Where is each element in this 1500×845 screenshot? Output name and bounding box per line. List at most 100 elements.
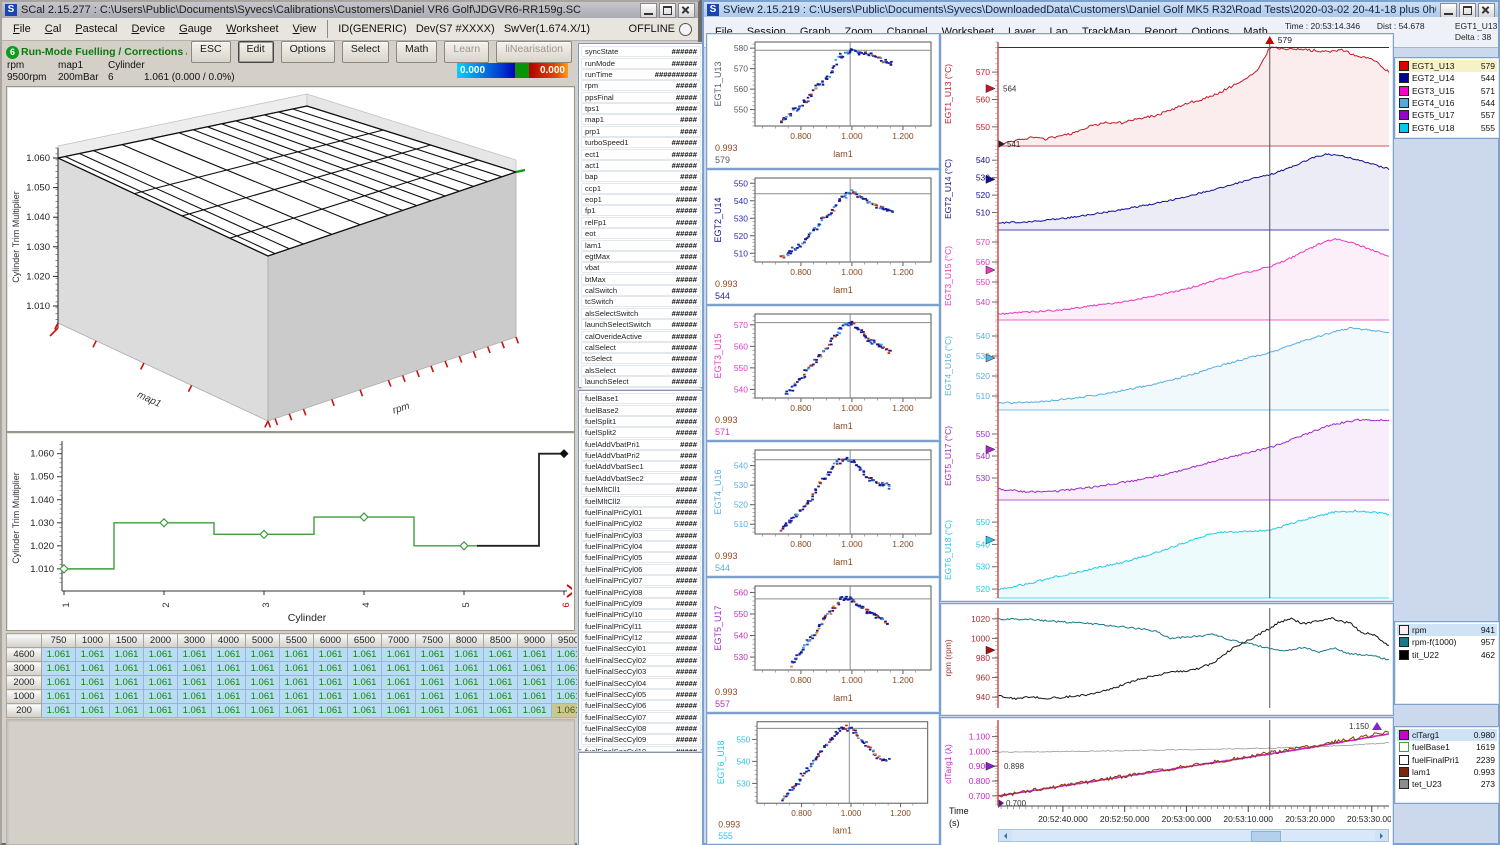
table-cell[interactable]: 1.061 [212,662,246,676]
sview-titlebar[interactable]: S SView 2.15.219 : C:\Users\Public\Docum… [704,2,1498,18]
table-cell[interactable]: 1.061 [110,648,144,662]
table-cell[interactable]: 1.061 [110,704,144,718]
watch-row[interactable]: fuelFinalPriCyl11##### [581,621,701,632]
watch-row[interactable]: syncState###### [581,46,701,57]
table-cell[interactable]: 1.061 [280,690,314,704]
table-cell[interactable]: 1.061 [348,648,382,662]
table-cell[interactable]: 1.061 [450,676,484,690]
watch-row[interactable]: fuelFinalPriCyl10##### [581,609,701,620]
watch-row[interactable]: fuelAddVbatPri1#### [581,439,701,450]
watch-row[interactable]: alsSelectSwitch###### [581,308,701,319]
watch-row[interactable]: eop1##### [581,194,701,205]
row-header[interactable]: 200 [7,704,42,718]
col-header[interactable]: 1500 [110,634,144,648]
watch-row[interactable]: fuelFinalSecCyl01##### [581,643,701,654]
watch-row[interactable]: prp1#### [581,126,701,137]
watch-row[interactable]: fuelMltCll2##### [581,496,701,507]
table-cell[interactable]: 1.061 [76,690,110,704]
watch-row[interactable]: calSelect###### [581,342,701,353]
watch-row[interactable]: ppsFinal##### [581,92,701,103]
table-cell[interactable]: 1.061 [314,704,348,718]
table-cell[interactable]: 1.061 [484,704,518,718]
table-cell[interactable]: 1.061 [178,648,212,662]
time-scrollbar[interactable] [998,829,1389,842]
table-cell[interactable]: 1.061 [280,704,314,718]
table-cell[interactable]: 1.061 [178,690,212,704]
watch-row[interactable]: eot##### [581,228,701,239]
legend-row-fuelBase1[interactable]: fuelBase11619 [1397,741,1497,753]
col-header[interactable]: 1000 [76,634,110,648]
menu-file[interactable]: File [6,20,38,38]
egt-strip-charts[interactable]: 550560570EGT1_U13 (°C)564541510520530540… [940,33,1394,602]
table-cell[interactable]: 1.061 [76,704,110,718]
col-header[interactable]: 8500 [484,634,518,648]
watch-row[interactable]: fp1##### [581,205,701,216]
watch-row[interactable]: runTime########## [581,69,701,80]
watch-row[interactable]: ect1###### [581,149,701,160]
menu-cal[interactable]: Cal [38,20,69,38]
table-cell[interactable]: 1.061 [450,704,484,718]
scroll-left-arrow-icon[interactable] [999,830,1012,841]
scatter-panel-EGT6_U18[interactable]: 5305405500.8001.0001.200EGT6_U180.993555… [706,713,940,845]
row-header[interactable]: 4600 [7,648,42,662]
table-cell[interactable]: 1.061 [382,690,416,704]
col-header[interactable]: 7000 [382,634,416,648]
table-cell[interactable]: 1.061 [416,690,450,704]
scatter-panel-EGT4_U16[interactable]: 5105205305400.8001.0001.200EGT4_U160.993… [706,441,940,577]
watch-row[interactable]: tcSwitch###### [581,296,701,307]
table-cell[interactable]: 1.061 [280,662,314,676]
table-cell[interactable]: 1.061 [416,676,450,690]
col-header[interactable]: 5000 [246,634,280,648]
watch-row[interactable]: fuelFinalPriCyl12##### [581,632,701,643]
legend-row-EGT2_U14[interactable]: EGT2_U14544 [1397,72,1497,84]
table-cell[interactable]: 1.061 [518,648,552,662]
table-cell[interactable]: 1.061 [212,648,246,662]
scatter-panel-EGT1_U13[interactable]: 5505605705800.8001.0001.200EGT1_U130.993… [706,33,940,169]
table-cell[interactable]: 1.061 [110,690,144,704]
watch-row[interactable]: calSwitch###### [581,285,701,296]
table-cell[interactable]: 1.061 [42,662,76,676]
watch-row[interactable]: fuelAddVbatSec2#### [581,473,701,484]
table-cell[interactable]: 1.061 [348,676,382,690]
watch-row[interactable]: lam1##### [581,240,701,251]
table-cell[interactable]: 1.061 [144,648,178,662]
legend-row-fuelFinalPri1[interactable]: fuelFinalPri12239 [1397,754,1497,766]
table-cell[interactable]: 1.061 [110,662,144,676]
col-header[interactable]: 3000 [178,634,212,648]
watch-row[interactable]: fuelBase1##### [581,393,701,404]
watch-row[interactable]: fuelAddVbatPri2#### [581,450,701,461]
col-header[interactable]: 9000 [518,634,552,648]
table-cell[interactable]: 1.061 [42,704,76,718]
table-cell[interactable]: 1.061 [246,676,280,690]
watch-row[interactable]: tps1##### [581,103,701,114]
table-cell[interactable]: 1.061 [178,704,212,718]
watch-row[interactable]: fuelFinalPriCyl09##### [581,598,701,609]
table-cell[interactable]: 1.061 [382,676,416,690]
watch-row[interactable]: bap#### [581,171,701,182]
table-cell[interactable]: 1.061 [450,648,484,662]
table-cell[interactable]: 1.061 [382,648,416,662]
watch-row[interactable]: fuelMltCll1##### [581,484,701,495]
watch-row[interactable]: vbat##### [581,262,701,273]
col-header[interactable]: 8000 [450,634,484,648]
watch-row[interactable]: fuelSplit1##### [581,416,701,427]
table-cell[interactable]: 1.061 [280,676,314,690]
watch-row[interactable]: fuelFinalPriCyl01##### [581,507,701,518]
legend-row-tet_U23[interactable]: tet_U23273 [1397,778,1497,790]
table-cell[interactable]: 1.061 [42,648,76,662]
watch-row[interactable]: fuelBase2##### [581,405,701,416]
col-header[interactable]: 5500 [280,634,314,648]
row-header[interactable]: 1000 [7,690,42,704]
col-header[interactable]: 750 [42,634,76,648]
menu-gauge[interactable]: Gauge [172,20,219,38]
watch-row[interactable]: btMax##### [581,274,701,285]
table-cell[interactable]: 1.061 [518,690,552,704]
table-cell[interactable]: 1.061 [144,662,178,676]
watch-row[interactable]: egtMax#### [581,251,701,262]
table-cell[interactable]: 1.061 [76,662,110,676]
legend-row-lam1[interactable]: lam10.993 [1397,766,1497,778]
menu-view[interactable]: View [286,20,324,38]
row-header[interactable]: 3000 [7,662,42,676]
table-cell[interactable]: 1.061 [348,704,382,718]
table-cell[interactable]: 1.061 [76,676,110,690]
